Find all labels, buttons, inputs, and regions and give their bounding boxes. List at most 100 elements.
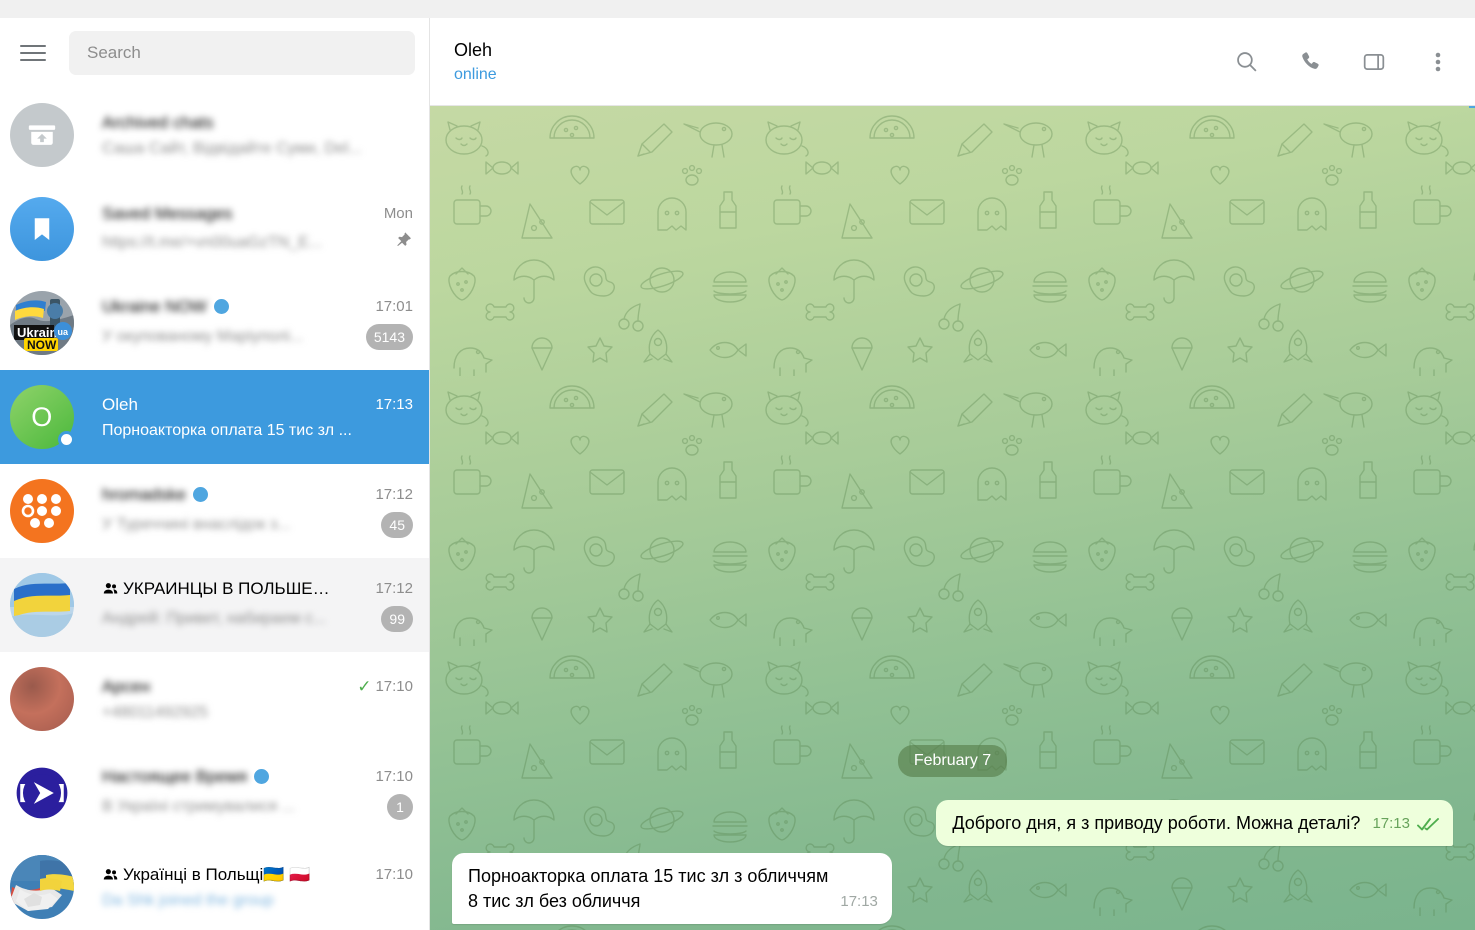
date-separator: February 7: [430, 745, 1475, 778]
window-titlebar: [0, 0, 1475, 18]
list-item[interactable]: Настоящее Время 17:10 В Україні стримува…: [0, 746, 429, 840]
list-item-body: Oleh 17:13 Порноакторка оплата 15 тис зл…: [102, 395, 413, 440]
chat-preview: Саша Сайт, Відвідайте Суми, Del...: [102, 139, 362, 157]
hromadske-avatar: [10, 479, 74, 543]
message-bubble[interactable]: Доброго дня, я з приводу роботи. Можна д…: [936, 800, 1453, 847]
unread-badge: 1: [387, 793, 413, 820]
sidebar-header: [0, 18, 429, 88]
list-item[interactable]: hromadske 17:12 У Туреччині внаслідок з.…: [0, 464, 429, 558]
chat-preview: Порноакторка оплата 15 тис зл ...: [102, 421, 352, 439]
sidebar: Archived chats Саша Сайт, Відвідайте Сум…: [0, 18, 430, 930]
list-item[interactable]: Українці в Польщі🇺🇦 🇵🇱 17:10 Da Shk join…: [0, 840, 429, 930]
read-ticks-icon: [1417, 817, 1439, 832]
chat-time: Mon: [383, 205, 413, 222]
message-text: Порноакторка оплата 15 тис зл з обличчям…: [468, 866, 829, 911]
chat-pane: Oleh online February 7 Доброго дня, я з …: [430, 18, 1475, 930]
chat-preview: В Україні стримувалися ...: [102, 797, 295, 815]
pin-icon: [394, 231, 413, 255]
avatar: O: [10, 385, 75, 449]
chat-time: 17:01: [375, 298, 413, 315]
chat-name: Archived chats: [102, 112, 214, 132]
avatar: [10, 667, 74, 731]
online-indicator: [58, 431, 75, 448]
avatar: [10, 103, 74, 167]
chat-name: Ukraine NOW: [102, 296, 207, 316]
message-time: 17:13: [840, 892, 878, 910]
verified-icon: [213, 299, 229, 314]
message-area[interactable]: February 7 Доброго дня, я з приводу робо…: [430, 106, 1475, 930]
unread-badge: 5143: [365, 323, 413, 350]
avatar: [10, 479, 74, 543]
chat-time-text: 17:10: [375, 678, 413, 695]
ukraine-now-avatar: Ukraine NOW ua: [10, 291, 74, 355]
message-bubble[interactable]: Порноакторка оплата 15 тис зл з обличчям…: [452, 853, 892, 924]
message-list: February 7 Доброго дня, я з приводу робо…: [430, 106, 1475, 930]
date-pill: February 7: [897, 745, 1008, 778]
chat-time: 17:12: [375, 486, 413, 503]
list-item[interactable]: Saved Messages Mon https://t.me/+vn00uaG…: [0, 182, 429, 276]
panel-icon[interactable]: [1361, 49, 1387, 75]
list-item[interactable]: УКРАИНЦЫ В ПОЛЬШЕ… 17:12 Андрей: Привет,…: [0, 558, 429, 652]
chat-preview: +48011492925: [102, 703, 209, 721]
search-box[interactable]: [69, 31, 415, 75]
list-item-body: hromadske 17:12 У Туреччині внаслідок з.…: [102, 485, 413, 538]
chat-name: Українці в Польщі🇺🇦 🇵🇱: [123, 864, 311, 884]
message-row-outgoing: Доброго дня, я з приводу роботи. Можна д…: [430, 800, 1475, 847]
scroll-marker[interactable]: [1469, 106, 1475, 108]
group-icon: [102, 866, 120, 883]
chat-name: Арсен: [102, 676, 151, 696]
chat-time: 17:10: [375, 866, 413, 883]
search-input[interactable]: [87, 43, 397, 63]
archive-icon: [10, 103, 74, 167]
sidebar-item-oleh[interactable]: O Oleh 17:13 Порноакторка оплата 15 тис …: [0, 370, 429, 464]
svg-text:ua: ua: [58, 327, 69, 337]
message-time: 17:13: [1372, 815, 1410, 833]
chat-time: 17:12: [375, 580, 413, 597]
list-item[interactable]: Ukraine NOW ua Ukraine NOW 17:01 У окупо…: [0, 276, 429, 370]
message-meta: 17:13: [840, 892, 878, 913]
list-item[interactable]: Арсен ✓ 17:10 +48011492925: [0, 652, 429, 746]
chat-time: ✓ 17:10: [347, 677, 413, 697]
ukraine-flag-avatar: [10, 573, 74, 637]
avatar: [10, 573, 74, 637]
unread-badge: 99: [381, 605, 413, 632]
status-badge: online: [454, 66, 497, 84]
list-item-body: Настоящее Время 17:10 В Україні стримува…: [102, 767, 413, 820]
menu-icon[interactable]: [16, 36, 50, 70]
list-item[interactable]: Archived chats Саша Сайт, Відвідайте Сум…: [0, 88, 429, 182]
nastoyashchee-avatar: [10, 761, 74, 825]
avatar: Ukraine NOW ua: [10, 291, 74, 355]
chat-list[interactable]: Archived chats Саша Сайт, Відвідайте Сум…: [0, 88, 429, 930]
avatar: [10, 761, 74, 825]
chat-time: 17:10: [375, 768, 413, 785]
chat-time: 17:13: [375, 396, 413, 413]
list-item-body: Арсен ✓ 17:10 +48011492925: [102, 677, 413, 722]
chat-name: УКРАИНЦЫ В ПОЛЬШЕ…: [123, 578, 330, 598]
chat-name: Saved Messages: [102, 203, 233, 223]
list-item-body: Українці в Польщі🇺🇦 🇵🇱 17:10 Da Shk join…: [102, 865, 413, 910]
chat-header-info[interactable]: Oleh online: [454, 39, 497, 85]
list-item-body: Archived chats Саша Сайт, Відвідайте Сум…: [102, 113, 413, 158]
group-icon: [102, 580, 120, 597]
chat-name: Настоящее Время: [102, 766, 248, 786]
message-meta: 17:13: [1372, 814, 1439, 835]
chat-header-actions: [1233, 49, 1451, 75]
chat-preview: Da Shk joined the group: [102, 891, 274, 909]
search-icon[interactable]: [1233, 49, 1259, 75]
list-item-body: Ukraine NOW 17:01 У окупованому Маріупол…: [102, 297, 413, 350]
chat-preview: https://t.me/+vn00uaGzTN_E...: [102, 233, 323, 251]
list-item-body: Saved Messages Mon https://t.me/+vn00uaG…: [102, 204, 413, 255]
chat-name: Oleh: [102, 394, 138, 414]
avatar: [10, 855, 74, 919]
app-body: Archived chats Саша Сайт, Відвідайте Сум…: [0, 18, 1475, 930]
chat-name: hromadske: [102, 484, 187, 504]
verified-icon: [193, 487, 209, 502]
chat-preview: Андрей: Привет, набираем с...: [102, 609, 327, 627]
phone-icon[interactable]: [1297, 49, 1323, 75]
message-text: Доброго дня, я з приводу роботи. Можна д…: [952, 813, 1361, 834]
list-item-body: УКРАИНЦЫ В ПОЛЬШЕ… 17:12 Андрей: Привет,…: [102, 579, 413, 632]
more-vert-icon[interactable]: [1425, 49, 1451, 75]
sent-check-icon: ✓: [357, 676, 372, 696]
arsen-avatar: [10, 667, 74, 731]
telegram-window: Archived chats Саша Сайт, Відвідайте Сум…: [0, 0, 1475, 930]
